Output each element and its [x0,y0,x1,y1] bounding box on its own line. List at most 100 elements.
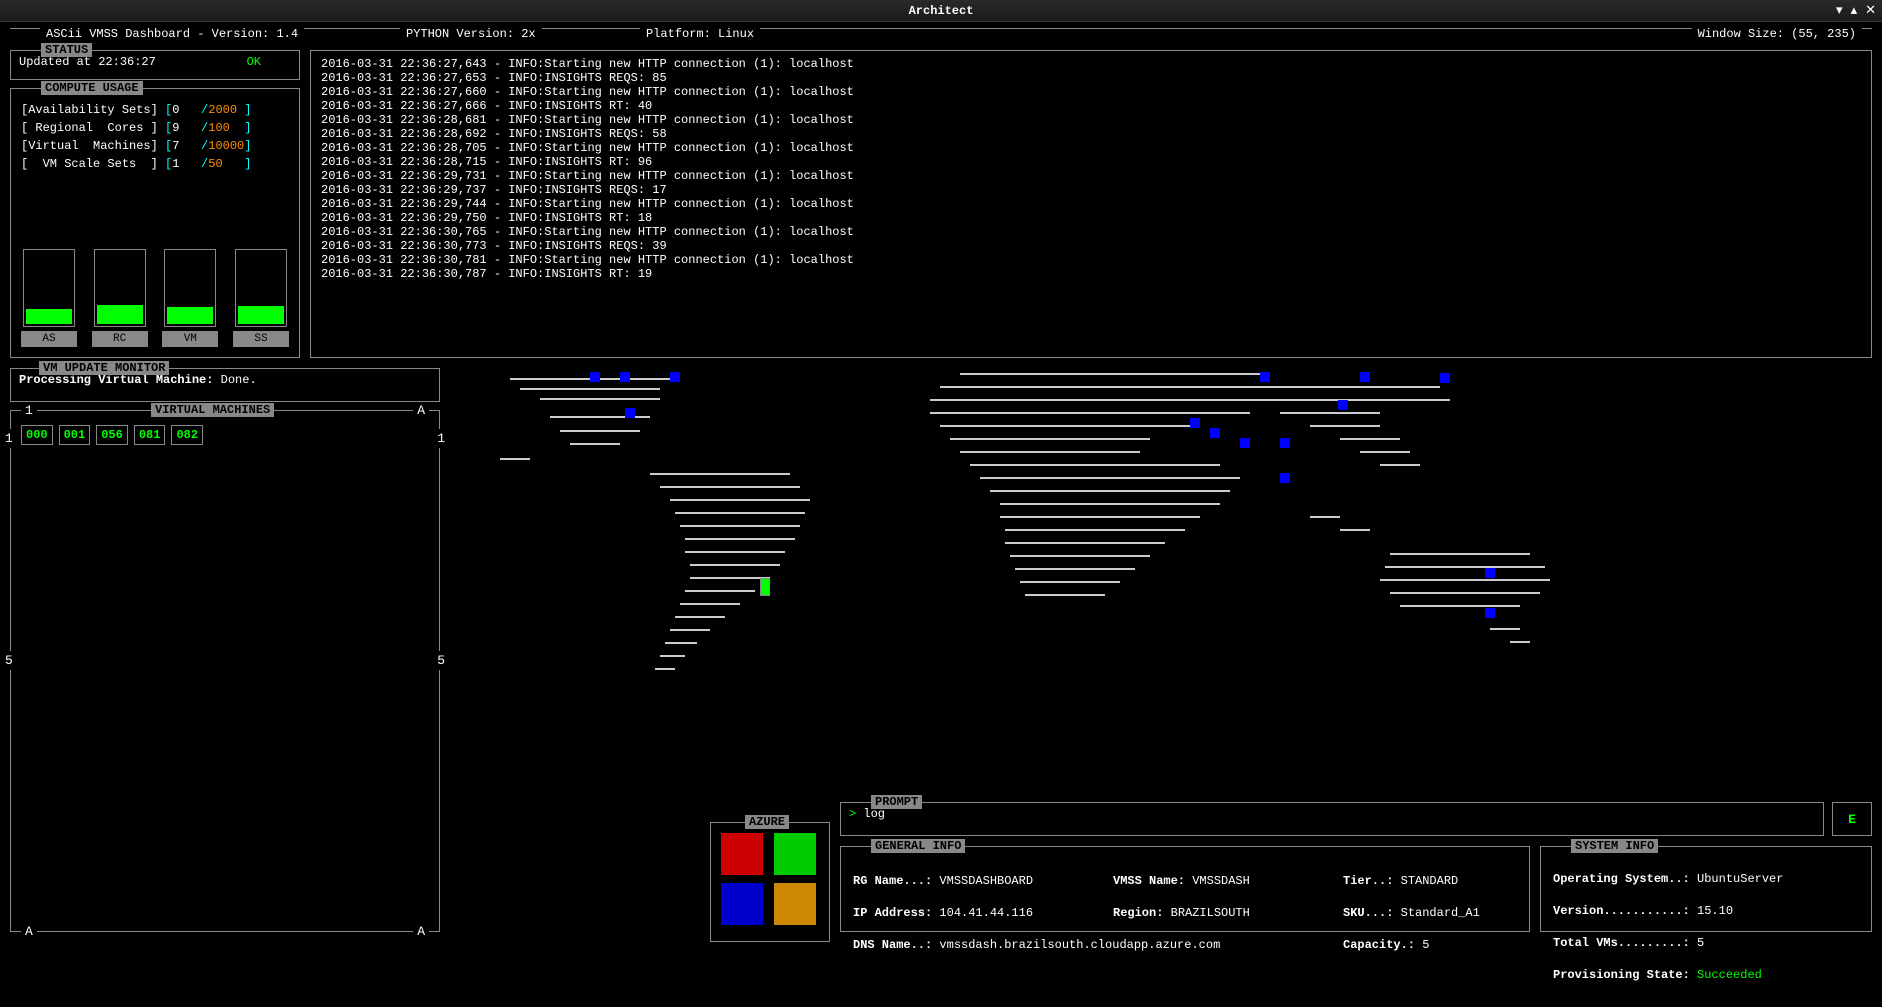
header-platform: Platform: Linux [640,27,760,41]
cap-label: Capacity.: [1343,938,1415,952]
vms-corner-tl: 1 [21,403,37,418]
map-region-dot [590,372,600,382]
usage-bar-as: AS [21,249,77,347]
ver-label: Version...........: [1553,904,1690,918]
vm-box[interactable]: 000 [21,425,53,445]
map-region-dot [1485,608,1495,618]
general-label: GENERAL INFO [871,839,965,853]
tot-label: Total VMs.........: [1553,936,1690,950]
vms-corner-bl: A [21,924,37,939]
region-label: Region: [1113,906,1163,920]
system-label: SYSTEM INFO [1571,839,1658,853]
header-winsize: Window Size: (55, 235) [1692,27,1862,41]
compute-panel: COMPUTE USAGE [Availability Sets] [0 /20… [10,88,300,358]
vms-corner-tr: A [413,403,429,418]
map-region-dot [670,372,680,382]
azure-color-swatch[interactable] [774,883,816,925]
map-region-dot [1240,438,1250,448]
sku-value: Standard_A1 [1401,906,1480,920]
map-region-dot [1280,438,1290,448]
ver-value: 15.10 [1697,904,1733,918]
map-region-dot [1190,418,1200,428]
compute-row: [ VM Scale Sets ] [1 /50 ] [21,155,289,173]
header-python: PYTHON Version: 2x [400,27,542,41]
log-body[interactable]: 2016-03-31 22:36:27,643 - INFO:Starting … [311,51,1871,287]
prompt-panel: PROMPT > log [840,802,1824,836]
map-region-dot [1440,373,1450,383]
header-dash: ASCii VMSS Dashboard - Version: 1.4 [40,27,304,41]
azure-color-swatch[interactable] [721,833,763,875]
vm-box[interactable]: 082 [171,425,203,445]
monitor-panel: VM UPDATE MONITOR Processing Virtual Mac… [10,368,440,402]
system-panel: SYSTEM INFO Operating System..: UbuntuSe… [1540,846,1872,932]
rg-value: VMSSDASHBOARD [939,874,1033,888]
vms-side-r1: 1 [437,429,445,448]
vm-box[interactable]: 056 [96,425,128,445]
compute-row: [Availability Sets] [0 /2000 ] [21,101,289,119]
maximize-icon[interactable]: ▴ [1851,3,1858,18]
header-strip: ASCii VMSS Dashboard - Version: 1.4 PYTH… [10,28,1872,29]
prov-value: Succeeded [1697,968,1762,982]
cap-value: 5 [1422,938,1429,952]
vmss-value: VMSSDASH [1192,874,1250,888]
execute-button[interactable]: E [1832,802,1872,836]
ip-value: 104.41.44.116 [939,906,1033,920]
tier-label: Tier..: [1343,874,1393,888]
rg-label: RG Name...: [853,874,932,888]
prompt-label: PROMPT [871,795,922,809]
window-title: Architect [909,4,974,18]
map-region-dot [1280,473,1290,483]
usage-bar-rc: RC [92,249,148,347]
minimize-icon[interactable]: ▾ [1836,3,1843,18]
general-panel: GENERAL INFO RG Name...: VMSSDASHBOARD I… [840,846,1530,932]
map-region-dot [1260,372,1270,382]
vms-label: VIRTUAL MACHINES [151,403,274,417]
vms-corner-br: A [413,924,429,939]
usage-bar-vm: VM [162,249,218,347]
dns-label: DNS Name..: [853,938,932,952]
map-region-dot [1360,372,1370,382]
vms-panel: VIRTUAL MACHINES 1 A 1 1 5 5 A A 0000010… [10,410,440,932]
azure-color-swatch[interactable] [721,883,763,925]
azure-label: AZURE [745,815,789,829]
map-current-region-dot [760,578,770,596]
tot-value: 5 [1697,936,1704,950]
vms-side-l5: 5 [5,651,13,670]
compute-row: [Virtual Machines] [7 /10000] [21,137,289,155]
compute-row: [ Regional Cores ] [9 /100 ] [21,119,289,137]
usage-bar-ss: SS [233,249,289,347]
tier-value: STANDARD [1401,874,1459,888]
map-region-dot [620,372,630,382]
sku-label: SKU...: [1343,906,1393,920]
map-region-dot [1338,400,1348,410]
compute-label: COMPUTE USAGE [41,81,143,95]
map-region-dot [1210,428,1220,438]
prompt-input[interactable]: log [863,807,885,821]
status-ok: OK [247,55,261,69]
close-icon[interactable]: ✕ [1865,3,1876,18]
map-region-dot [625,408,635,418]
vms-side-l1: 1 [5,429,13,448]
azure-color-swatch[interactable] [774,833,816,875]
window-titlebar: Architect ▾ ▴ ✕ [0,0,1882,22]
vm-box[interactable]: 001 [59,425,91,445]
os-value: UbuntuServer [1697,872,1783,886]
os-label: Operating System..: [1553,872,1690,886]
prompt-caret: > [849,807,856,821]
status-label: STATUS [41,43,92,57]
azure-panel: AZURE [710,822,830,942]
monitor-status: Done. [221,373,257,387]
status-panel: STATUS Updated at 22:36:27 OK [10,50,300,80]
map-region-dot [1485,568,1495,578]
world-map [460,368,1872,818]
vms-side-r5: 5 [437,651,445,670]
monitor-prefix: Processing Virtual Machine: [19,373,221,387]
prov-label: Provisioning State: [1553,968,1690,982]
status-text: Updated at 22:36:27 [19,55,156,69]
vmss-label: VMSS Name: [1113,874,1185,888]
vm-box[interactable]: 081 [134,425,166,445]
ip-label: IP Address: [853,906,932,920]
log-panel: 2016-03-31 22:36:27,643 - INFO:Starting … [310,50,1872,358]
region-value: BRAZILSOUTH [1171,906,1250,920]
monitor-label: VM UPDATE MONITOR [39,361,169,375]
